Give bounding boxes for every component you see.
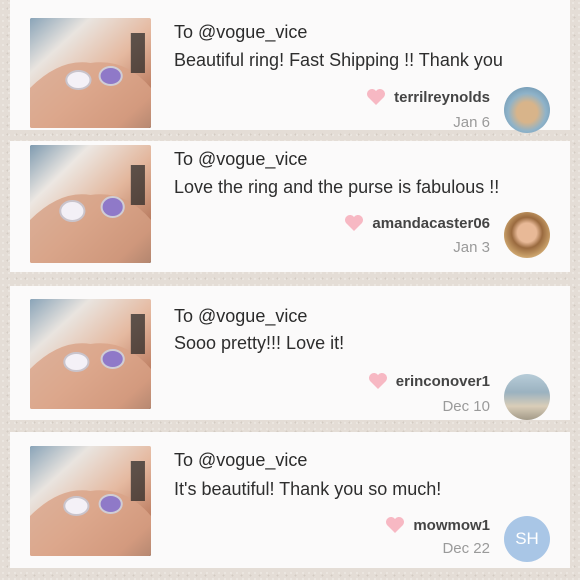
review-message: It's beautiful! Thank you so much! [174, 479, 442, 499]
avatar[interactable]: SH [504, 516, 550, 562]
reviewer[interactable]: amandacaster06 [344, 214, 490, 232]
review-message: Love the ring and the purse is fabulous … [174, 177, 500, 197]
product-thumbnail[interactable] [30, 145, 151, 263]
heart-icon[interactable] [344, 214, 364, 232]
review-card: To @vogue_vice Beautiful ring! Fast Ship… [10, 0, 570, 133]
avatar[interactable] [504, 87, 550, 133]
reviewer[interactable]: terrilreynolds [366, 88, 490, 106]
review-card: To @vogue_vice It's beautiful! Thank you… [10, 432, 570, 568]
reviewer-username[interactable]: mowmow1 [413, 517, 490, 534]
product-thumbnail[interactable] [30, 446, 151, 556]
reviewer-username[interactable]: erinconover1 [396, 373, 490, 390]
avatar[interactable] [504, 212, 550, 258]
product-thumbnail[interactable] [30, 18, 151, 128]
review-date: Dec 10 [442, 398, 490, 415]
review-card: To @vogue_vice Sooo pretty!!! Love it! e… [10, 286, 570, 420]
heart-icon[interactable] [366, 88, 386, 106]
review-date: Jan 6 [453, 114, 490, 131]
reviewer-username[interactable]: terrilreynolds [394, 89, 490, 106]
review-recipient: To @vogue_vice [174, 22, 308, 42]
review-date: Dec 22 [442, 540, 490, 557]
product-thumbnail[interactable] [30, 299, 151, 409]
heart-icon[interactable] [385, 516, 405, 534]
review-card: To @vogue_vice Love the ring and the pur… [10, 141, 570, 272]
reviewer-username[interactable]: amandacaster06 [372, 215, 490, 232]
review-recipient: To @vogue_vice [174, 149, 308, 169]
heart-icon[interactable] [368, 372, 388, 390]
review-recipient: To @vogue_vice [174, 450, 308, 470]
reviewer[interactable]: mowmow1 [385, 516, 490, 534]
reviewer[interactable]: erinconover1 [368, 372, 490, 390]
review-message: Beautiful ring! Fast Shipping !! Thank y… [174, 50, 503, 70]
review-recipient: To @vogue_vice [174, 306, 308, 326]
review-message: Sooo pretty!!! Love it! [174, 333, 345, 353]
review-date: Jan 3 [453, 239, 490, 256]
avatar[interactable] [504, 374, 550, 420]
